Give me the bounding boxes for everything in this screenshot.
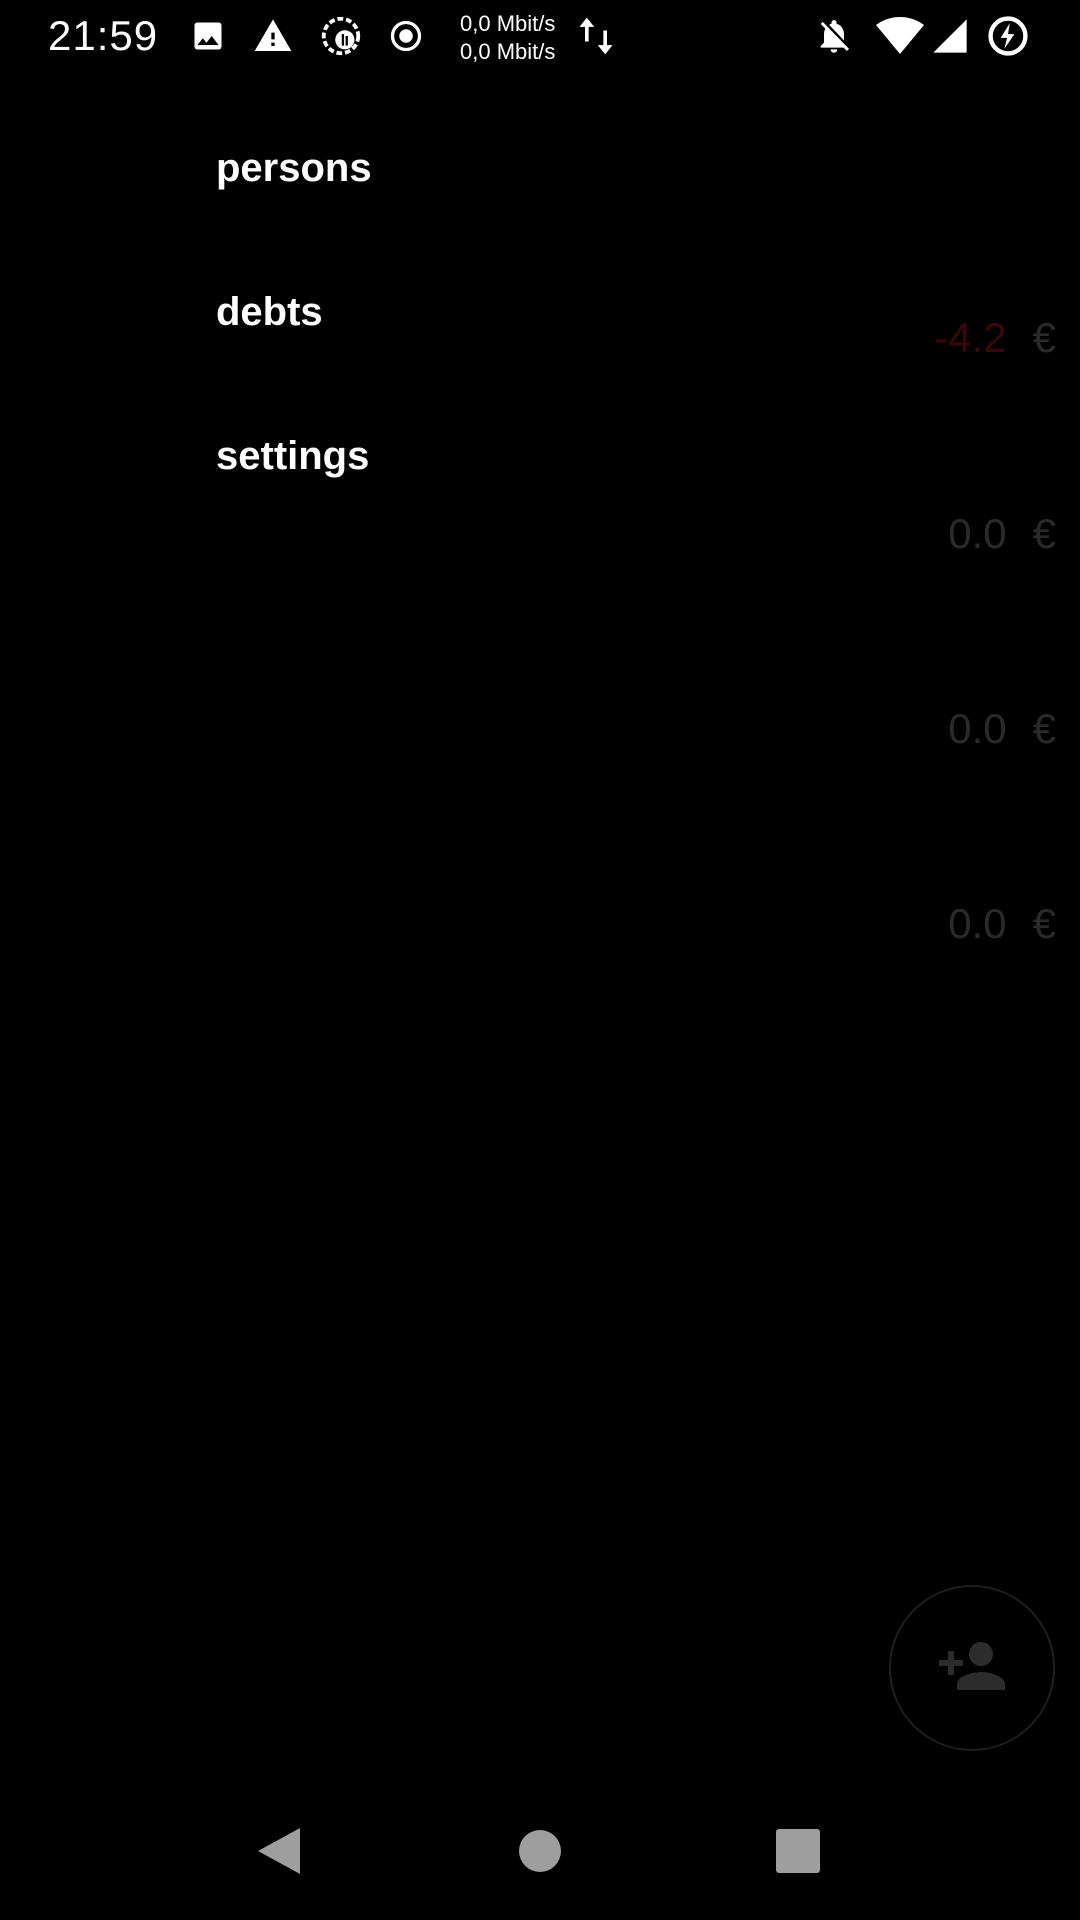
menu-item-settings[interactable]: settings: [216, 434, 369, 479]
add-person-icon: [936, 1630, 1008, 1707]
amount-currency: €: [1032, 314, 1056, 361]
back-button[interactable]: [234, 1808, 324, 1898]
amount-value: 0.0: [948, 510, 1007, 557]
recents-button[interactable]: [753, 1808, 843, 1898]
list-item[interactable]: 0.0 €: [948, 900, 1056, 948]
list-item[interactable]: 0.0 €: [948, 705, 1056, 753]
home-button[interactable]: [495, 1808, 585, 1898]
navigation-bar: [0, 1788, 1080, 1920]
amount-currency: €: [1032, 510, 1056, 557]
amount-currency: €: [1032, 705, 1056, 752]
menu-item-debts[interactable]: debts: [216, 290, 323, 335]
amount-value: 0.0: [948, 900, 1007, 947]
back-icon: [256, 1826, 302, 1881]
amount-value: -4.2: [934, 314, 1007, 361]
add-person-button[interactable]: [889, 1585, 1055, 1751]
amount-currency: €: [1032, 900, 1056, 947]
recents-icon: [775, 1828, 821, 1879]
home-icon: [518, 1829, 562, 1878]
list-item[interactable]: -4.2 €: [934, 314, 1056, 362]
menu-item-persons[interactable]: persons: [216, 146, 372, 191]
list-item[interactable]: 0.0 €: [948, 510, 1056, 558]
amount-value: 0.0: [948, 705, 1007, 752]
